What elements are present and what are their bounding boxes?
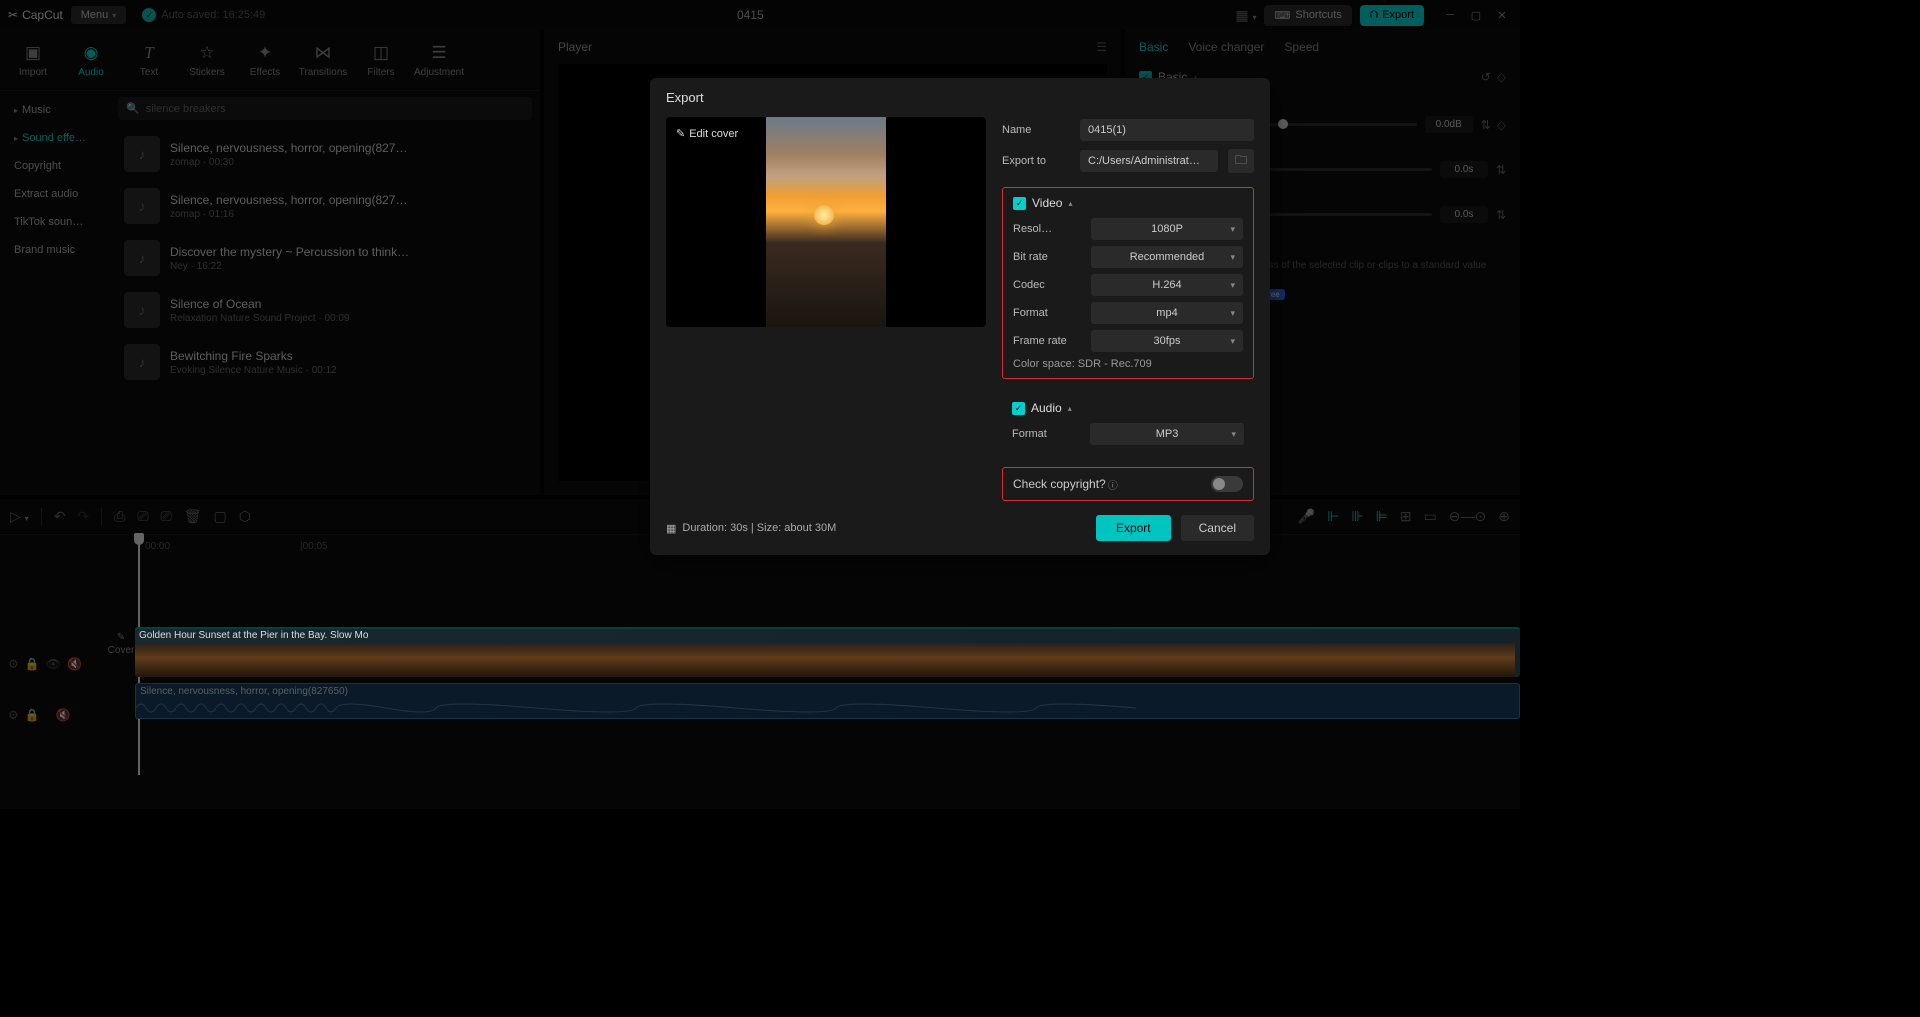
codec-select[interactable]: H.264 xyxy=(1091,274,1243,296)
vformat-select[interactable]: mp4 xyxy=(1091,302,1243,324)
modal-title: Export xyxy=(650,78,1270,117)
modal-overlay: Export ✎ Edit cover Name Export to xyxy=(0,0,1920,1017)
help-icon[interactable]: ⓘ xyxy=(1108,477,1118,492)
vformat-label: Format xyxy=(1013,307,1081,319)
exportto-row: Export to C:/Users/Administrat… 🗀 xyxy=(1002,149,1254,173)
video-checkbox[interactable]: ✓ xyxy=(1013,197,1026,210)
resolution-select[interactable]: 1080P xyxy=(1091,218,1243,240)
resolution-label: Resol… xyxy=(1013,223,1081,235)
chevron-up-icon[interactable]: ▴ xyxy=(1068,404,1072,413)
export-modal: Export ✎ Edit cover Name Export to xyxy=(650,78,1270,555)
cover-thumbnail xyxy=(766,117,886,327)
export-confirm-button[interactable]: Export xyxy=(1096,515,1171,541)
video-section: ✓ Video ▴ Resol… 1080P Bit rate Recommende… xyxy=(1002,187,1254,379)
codec-label: Codec xyxy=(1013,279,1081,291)
name-row: Name xyxy=(1002,119,1254,141)
film-icon: ▦ xyxy=(666,522,676,535)
name-label: Name xyxy=(1002,124,1070,136)
folder-icon: 🗀 xyxy=(1235,151,1247,172)
video-clip-label: Golden Hour Sunset at the Pier in the Ba… xyxy=(139,630,368,641)
bitrate-select[interactable]: Recommended xyxy=(1091,246,1243,268)
name-input[interactable] xyxy=(1080,119,1254,141)
exportto-path: C:/Users/Administrat… xyxy=(1080,150,1218,172)
colorspace-text: Color space: SDR - Rec.709 xyxy=(1013,358,1243,370)
chevron-up-icon[interactable]: ▴ xyxy=(1068,199,1072,208)
duration-info: ▦ Duration: 30s | Size: about 30M xyxy=(666,522,1086,535)
copyright-toggle[interactable] xyxy=(1211,476,1243,492)
pencil-icon: ✎ xyxy=(676,127,685,140)
framerate-label: Frame rate xyxy=(1013,335,1081,347)
video-section-title: Video xyxy=(1032,196,1062,210)
audio-checkbox[interactable]: ✓ xyxy=(1012,402,1025,415)
browse-folder-button[interactable]: 🗀 xyxy=(1228,149,1254,173)
cancel-button[interactable]: Cancel xyxy=(1181,515,1254,541)
audio-section: ✓ Audio ▴ Format MP3 xyxy=(1002,393,1254,453)
modal-footer: ▦ Duration: 30s | Size: about 30M Export… xyxy=(650,501,1270,555)
cover-preview: ✎ Edit cover xyxy=(666,117,986,327)
edit-cover-button[interactable]: ✎ Edit cover xyxy=(676,127,738,140)
exportto-label: Export to xyxy=(1002,155,1070,167)
bitrate-label: Bit rate xyxy=(1013,251,1081,263)
audio-section-title: Audio xyxy=(1031,401,1062,415)
copyright-label: Check copyright? xyxy=(1013,477,1106,491)
framerate-select[interactable]: 30fps xyxy=(1091,330,1243,352)
copyright-section: Check copyright? ⓘ xyxy=(1002,467,1254,501)
aformat-label: Format xyxy=(1012,428,1080,440)
aformat-select[interactable]: MP3 xyxy=(1090,423,1244,445)
